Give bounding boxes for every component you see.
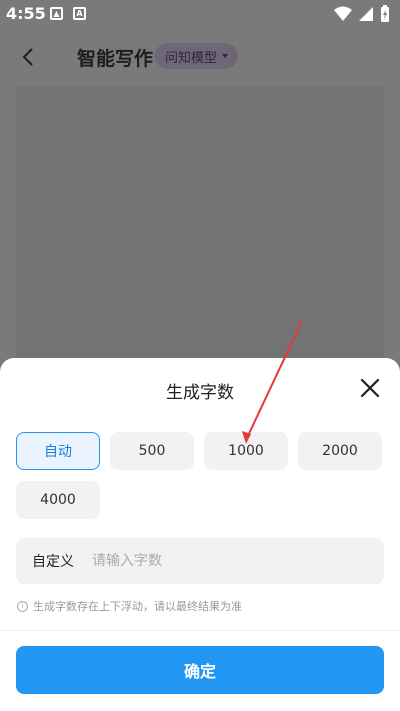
option-4000[interactable]: 4000: [16, 481, 100, 519]
status-bar: 4:55 ▲ A: [0, 0, 400, 30]
signal-icon: [359, 7, 373, 21]
divider: [0, 630, 400, 631]
wifi-icon: [334, 6, 352, 21]
status-time: 4:55: [6, 4, 46, 23]
option-2000[interactable]: 2000: [298, 432, 382, 470]
option-row: 4000: [16, 481, 100, 519]
image-icon: ▲: [50, 7, 63, 20]
sheet-title: 生成字数: [166, 383, 234, 403]
hint-text: i 生成字数存在上下浮动，请以最终结果为准: [17, 598, 242, 614]
page-title: 智能写作: [77, 48, 154, 70]
content-area: [16, 86, 384, 376]
close-icon[interactable]: [358, 376, 382, 400]
caret-down-icon: [222, 54, 229, 58]
confirm-button[interactable]: 确定: [16, 646, 384, 694]
model-selector[interactable]: 问知模型: [155, 43, 239, 69]
hint-label: 生成字数存在上下浮动，请以最终结果为准: [33, 600, 242, 613]
battery-charging-icon: [381, 5, 389, 22]
word-count-sheet: 生成字数 自动 500 1000 2000 4000 自定义 i 生成字数存在上…: [0, 358, 400, 711]
option-1000[interactable]: 1000: [204, 432, 288, 470]
model-selector-label: 问知模型: [165, 50, 218, 66]
option-row: 自动 500 1000 2000: [16, 432, 382, 470]
back-arrow-icon[interactable]: [18, 46, 40, 68]
a-letter-icon: A: [73, 7, 86, 20]
custom-count-input[interactable]: [92, 553, 352, 569]
option-auto[interactable]: 自动: [16, 432, 100, 470]
top-bar: 智能写作 问知模型: [0, 30, 400, 84]
custom-count-field: 自定义: [16, 538, 384, 584]
info-icon: i: [17, 600, 28, 612]
option-500[interactable]: 500: [110, 432, 194, 470]
custom-label: 自定义: [32, 554, 74, 570]
